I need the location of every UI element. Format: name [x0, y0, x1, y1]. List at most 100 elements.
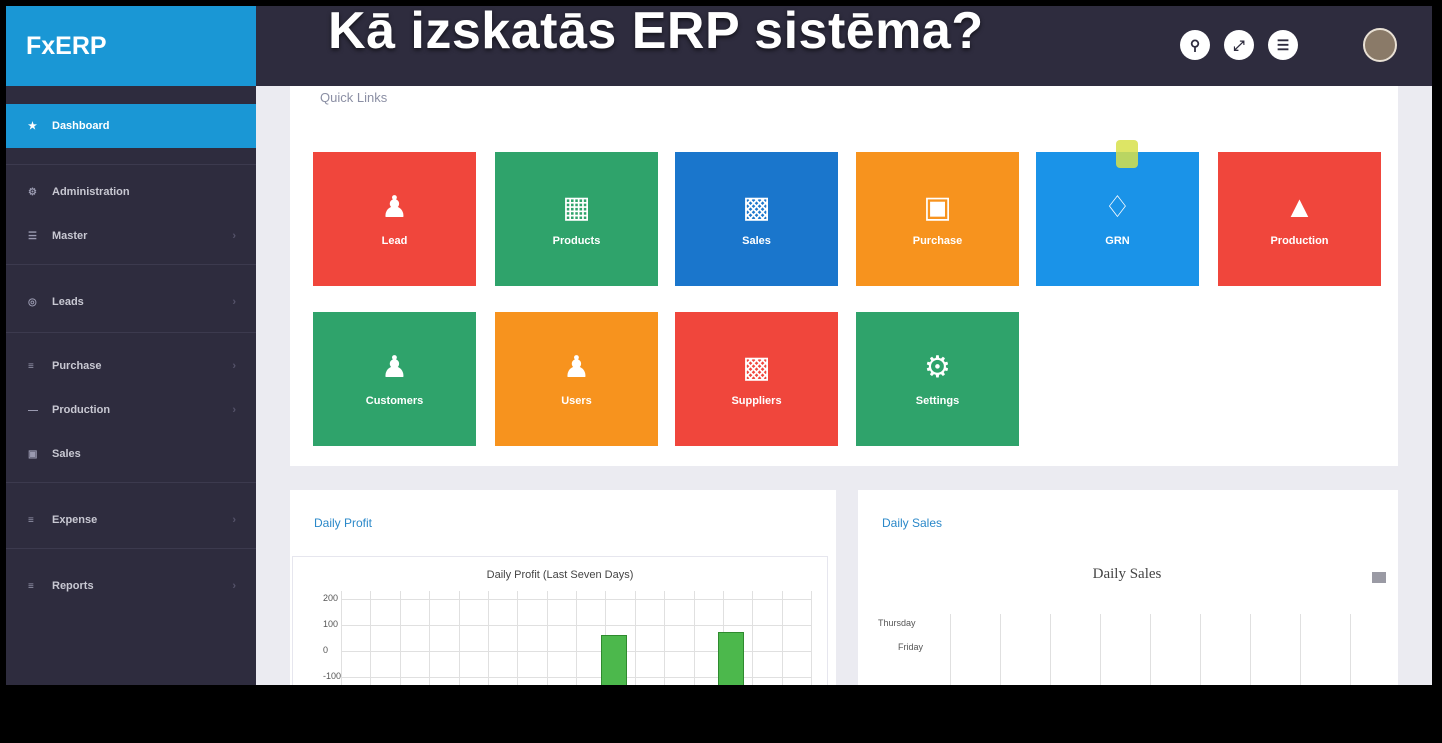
- grid-line: [811, 591, 812, 685]
- gear-icon: ⚙: [924, 351, 951, 384]
- sidebar-item-dashboard[interactable]: ★ Dashboard: [6, 104, 256, 148]
- grid-line: [487, 591, 489, 685]
- menu-icon[interactable]: ☰: [1268, 30, 1298, 60]
- expand-icon[interactable]: ⤢: [1224, 30, 1254, 60]
- grid-line: [517, 591, 519, 685]
- sidebar-item-production[interactable]: — Production ›: [6, 388, 256, 432]
- tile-label: GRN: [1105, 235, 1130, 247]
- grid-line: [458, 591, 460, 685]
- grid-line: [1100, 614, 1101, 685]
- sidebar-item-expense[interactable]: ≡ Expense ›: [6, 498, 256, 542]
- sidebar-item-label: Expense: [52, 514, 98, 526]
- tile-label: Users: [561, 395, 592, 407]
- tile-label: Lead: [381, 235, 408, 247]
- wallet-icon: ≡: [28, 514, 34, 526]
- grid-line: [1250, 614, 1251, 685]
- grid-line: [341, 599, 811, 600]
- daily-sales-chart: Daily Sales Thursday Friday: [860, 556, 1394, 685]
- chevron-right-icon: ›: [232, 230, 236, 242]
- daily-profit-chart: Daily Profit (Last Seven Days) 200 100 0 -1…: [292, 556, 828, 685]
- sidebar-item-label: Production: [52, 404, 111, 416]
- screen: FxERP Kā izskatās ERP sistēma? ⚲ ⤢ ☰ ★ D…: [0, 0, 1442, 743]
- grid-line: [950, 614, 951, 685]
- grid-line: [664, 591, 666, 685]
- grid-line: [1350, 614, 1351, 685]
- search-icon[interactable]: ⚲: [1180, 30, 1210, 60]
- y-tick-label: -100: [323, 671, 342, 681]
- chevron-right-icon: ›: [232, 514, 236, 526]
- sidebar-item-label: Leads: [52, 296, 84, 308]
- factory-icon: ▲: [1284, 191, 1315, 224]
- user-avatar[interactable]: [1363, 28, 1397, 62]
- chart-menu-icon[interactable]: [1372, 572, 1386, 583]
- tile-sales[interactable]: ▩ Sales: [675, 152, 838, 286]
- list-icon: ☰: [28, 230, 37, 242]
- daily-sales-card: Daily Sales Daily Sales Thursday Friday: [858, 490, 1398, 685]
- grid-line: [341, 625, 811, 626]
- diamond-icon: ♢: [1104, 191, 1131, 224]
- tile-label: Customers: [365, 395, 424, 407]
- grid-line: [341, 591, 342, 685]
- tile-suppliers[interactable]: ▩ Suppliers: [675, 312, 838, 446]
- tile-products[interactable]: ▦ Products: [495, 152, 658, 286]
- grid-line: [1050, 614, 1051, 685]
- y-category-label: Friday: [898, 642, 924, 652]
- daily-sales-title: Daily Sales: [882, 516, 943, 530]
- sidebar-item-purchase[interactable]: ≡ Purchase ›: [6, 344, 256, 388]
- tile-label: Settings: [915, 395, 960, 407]
- sidebar-item-master[interactable]: ☰ Master ›: [6, 214, 256, 258]
- daily-profit-title: Daily Profit: [314, 516, 373, 530]
- tile-production[interactable]: ▲ Production: [1218, 152, 1381, 286]
- y-tick-label: 0: [323, 645, 329, 655]
- cart-icon: ▣: [923, 191, 952, 224]
- brand-logo[interactable]: FxERP: [6, 6, 256, 86]
- sidebar-item-reports[interactable]: ≡ Reports ›: [6, 564, 256, 608]
- divider: [6, 164, 256, 165]
- grid-line: [399, 591, 401, 685]
- tile-label: Sales: [742, 235, 771, 247]
- grid-line: [429, 591, 431, 685]
- profit-bar: [600, 634, 627, 685]
- y-tick-label: 200: [323, 593, 339, 603]
- factory-icon: —: [28, 404, 38, 416]
- chevron-right-icon: ›: [232, 580, 236, 592]
- daily-profit-card: Daily Profit Daily Profit (Last Seven Da…: [290, 490, 836, 685]
- grid-line: [1300, 614, 1301, 685]
- money-icon: ▩: [742, 191, 771, 224]
- quick-links-panel: Quick Links ♟ Lead ▦ Products ▩ Sales ▣ …: [290, 86, 1398, 466]
- sidebar-item-label: Dashboard: [52, 120, 110, 132]
- divider: [6, 548, 256, 549]
- grid-line: [634, 591, 636, 685]
- target-icon: ◎: [28, 296, 37, 308]
- chevron-right-icon: ›: [232, 296, 236, 308]
- tile-purchase[interactable]: ▣ Purchase: [856, 152, 1019, 286]
- sidebar-item-leads[interactable]: ◎ Leads ›: [6, 280, 256, 324]
- tile-lead[interactable]: ♟ Lead: [313, 152, 476, 286]
- grid-line: [781, 591, 783, 685]
- sidebar-item-label: Reports: [52, 580, 94, 592]
- grid-line: [370, 591, 372, 685]
- sidebar: ★ Dashboard ⚙ Administration ☰ Master › …: [6, 86, 256, 685]
- gear-icon: ⚙: [28, 186, 37, 198]
- tile-settings[interactable]: ⚙ Settings: [856, 312, 1019, 446]
- grid-line: [1000, 614, 1001, 685]
- topbar-icons: ⚲ ⤢ ☰: [1180, 30, 1298, 60]
- main-content: Quick Links ♟ Lead ▦ Products ▩ Sales ▣ …: [256, 86, 1432, 685]
- tile-grn[interactable]: ♢ GRN: [1036, 152, 1199, 286]
- tile-label: Purchase: [912, 235, 963, 247]
- grid-line: [1150, 614, 1151, 685]
- sidebar-item-label: Master: [52, 230, 88, 242]
- sidebar-item-sales[interactable]: ▣ Sales: [6, 432, 256, 476]
- daily-sales-chart-title: Daily Sales: [1092, 566, 1162, 582]
- sidebar-item-administration[interactable]: ⚙ Administration: [6, 170, 256, 214]
- cart-icon: ≡: [28, 360, 34, 372]
- grid-line: [752, 591, 754, 685]
- tile-customers[interactable]: ♟ Customers: [313, 312, 476, 446]
- barcode-icon: ▦: [562, 191, 591, 224]
- tile-label: Suppliers: [731, 395, 782, 407]
- user-icon: ♟: [381, 191, 408, 224]
- y-tick-label: 100: [323, 619, 339, 629]
- tile-users[interactable]: ♟ Users: [495, 312, 658, 446]
- y-category-label: Thursday: [878, 618, 916, 628]
- video-bottom-band: [0, 685, 1442, 743]
